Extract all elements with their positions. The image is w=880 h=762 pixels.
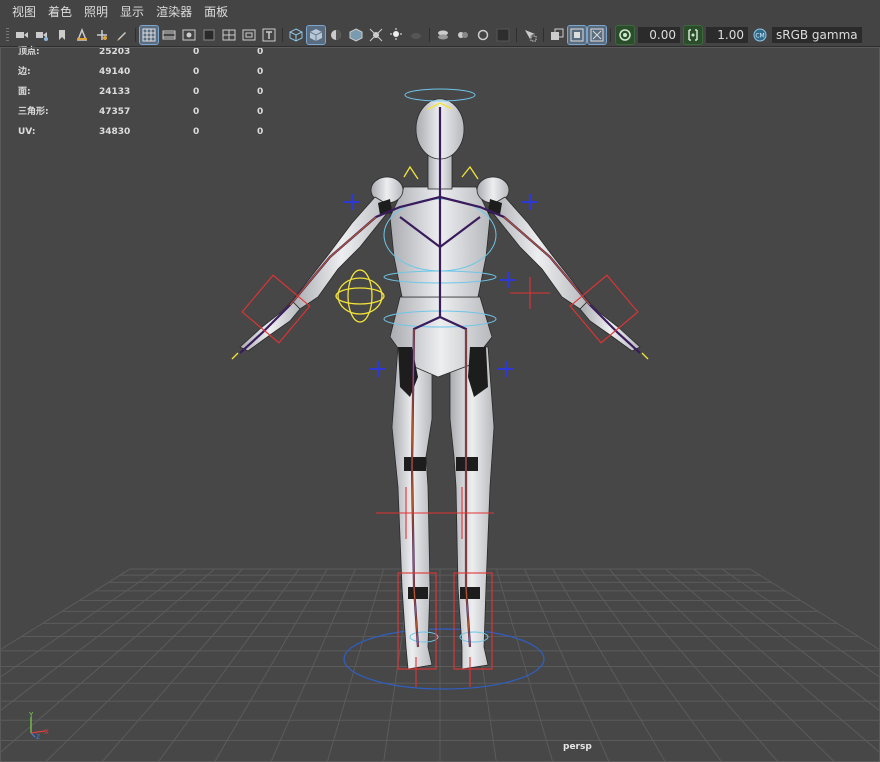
hud-value: 0: [193, 107, 200, 117]
hud-value: 0: [257, 127, 264, 137]
hud-value: 0: [193, 67, 200, 77]
hud-value: 0: [193, 127, 200, 137]
hud-value: 0: [193, 87, 200, 97]
grid-icon[interactable]: [139, 25, 159, 45]
exposure-icon[interactable]: [615, 25, 635, 45]
gamma-field[interactable]: 1.00: [706, 27, 748, 43]
menu-renderer[interactable]: 渲染器: [150, 0, 198, 24]
image-plane-icon[interactable]: [73, 26, 91, 44]
field-chart-icon[interactable]: [220, 26, 238, 44]
hud-value: 0: [257, 47, 264, 57]
ambient-occlusion-icon[interactable]: [407, 26, 425, 44]
hud-label: 边:: [18, 67, 31, 77]
hud-value: 0: [193, 47, 200, 57]
2d-pan-zoom-icon[interactable]: [93, 26, 111, 44]
ground-grid: [0, 568, 880, 762]
safe-title-icon[interactable]: [260, 26, 278, 44]
use-lights-icon[interactable]: [367, 26, 385, 44]
axis-gizmo-icon: Y X Z: [28, 711, 49, 739]
grease-pencil-icon[interactable]: [113, 26, 131, 44]
hud-value: 0: [257, 67, 264, 77]
xray-joints-icon[interactable]: [587, 25, 607, 45]
toolbar-grip[interactable]: [6, 28, 9, 42]
smooth-shade-icon[interactable]: [306, 25, 326, 45]
skeleton[interactable]: [239, 107, 641, 648]
hud-value: 25203: [99, 47, 131, 57]
color-space-field[interactable]: sRGB gamma: [772, 27, 862, 43]
hud-value: 0: [257, 87, 264, 97]
camera-name-label: persp: [563, 742, 592, 752]
hud-value: 34830: [99, 127, 131, 137]
textured-icon[interactable]: [347, 26, 365, 44]
isolate-select-icon[interactable]: [521, 26, 539, 44]
panel-menubar: 视图 着色 照明 显示 渲染器 面板: [0, 0, 880, 24]
perspective-viewport[interactable]: 顶点: 25203 0 0 边: 49140 0 0 面: 24133 0 0 …: [0, 46, 880, 762]
maya-viewport-panel: 视图 着色 照明 显示 渲染器 面板 0.00 1.00 CM sRGB gam…: [0, 0, 880, 762]
menu-panels[interactable]: 面板: [198, 0, 234, 24]
menu-shading[interactable]: 着色: [42, 0, 78, 24]
shadows-icon[interactable]: [387, 26, 405, 44]
default-material-icon[interactable]: [327, 26, 345, 44]
resolution-gate-icon[interactable]: [180, 26, 198, 44]
camera-select-icon[interactable]: [13, 26, 31, 44]
menu-view[interactable]: 视图: [0, 0, 42, 24]
root-controller[interactable]: [343, 628, 545, 690]
hud-label: UV:: [18, 127, 36, 137]
multisample-icon[interactable]: [454, 26, 472, 44]
hud-label: 三角形:: [18, 107, 49, 117]
safe-action-icon[interactable]: [240, 26, 258, 44]
panel-toolbar: 0.00 1.00 CM sRGB gamma: [0, 24, 880, 47]
exposure-field[interactable]: 0.00: [638, 27, 680, 43]
xray-icon[interactable]: [548, 26, 566, 44]
viewport-canvas: [0, 88, 880, 762]
hud-value: 49140: [99, 67, 131, 77]
hardware-fog-icon[interactable]: [494, 26, 512, 44]
motion-blur-icon[interactable]: [434, 26, 452, 44]
hud-label: 面:: [18, 87, 31, 97]
gate-mask-icon[interactable]: [200, 26, 218, 44]
axis-label-x: X: [44, 728, 49, 736]
hud-value: 24133: [99, 87, 131, 97]
hud-label: 顶点:: [18, 47, 40, 57]
menu-show[interactable]: 显示: [114, 0, 150, 24]
menu-lighting[interactable]: 照明: [78, 0, 114, 24]
xray-active-icon[interactable]: [567, 25, 587, 45]
wireframe-icon[interactable]: [287, 26, 305, 44]
hud-value: 47357: [99, 107, 131, 117]
film-gate-icon[interactable]: [160, 26, 178, 44]
gamma-icon[interactable]: [683, 25, 703, 45]
hud-value: 0: [257, 107, 264, 117]
camera-attributes-icon[interactable]: [33, 26, 51, 44]
bookmark-icon[interactable]: [53, 26, 71, 44]
svg-text:CM: CM: [755, 33, 764, 40]
axis-label-y: Y: [28, 711, 34, 719]
depth-of-field-icon[interactable]: [474, 26, 492, 44]
color-management-icon[interactable]: CM: [751, 26, 769, 44]
axis-label-z: Z: [36, 734, 40, 739]
